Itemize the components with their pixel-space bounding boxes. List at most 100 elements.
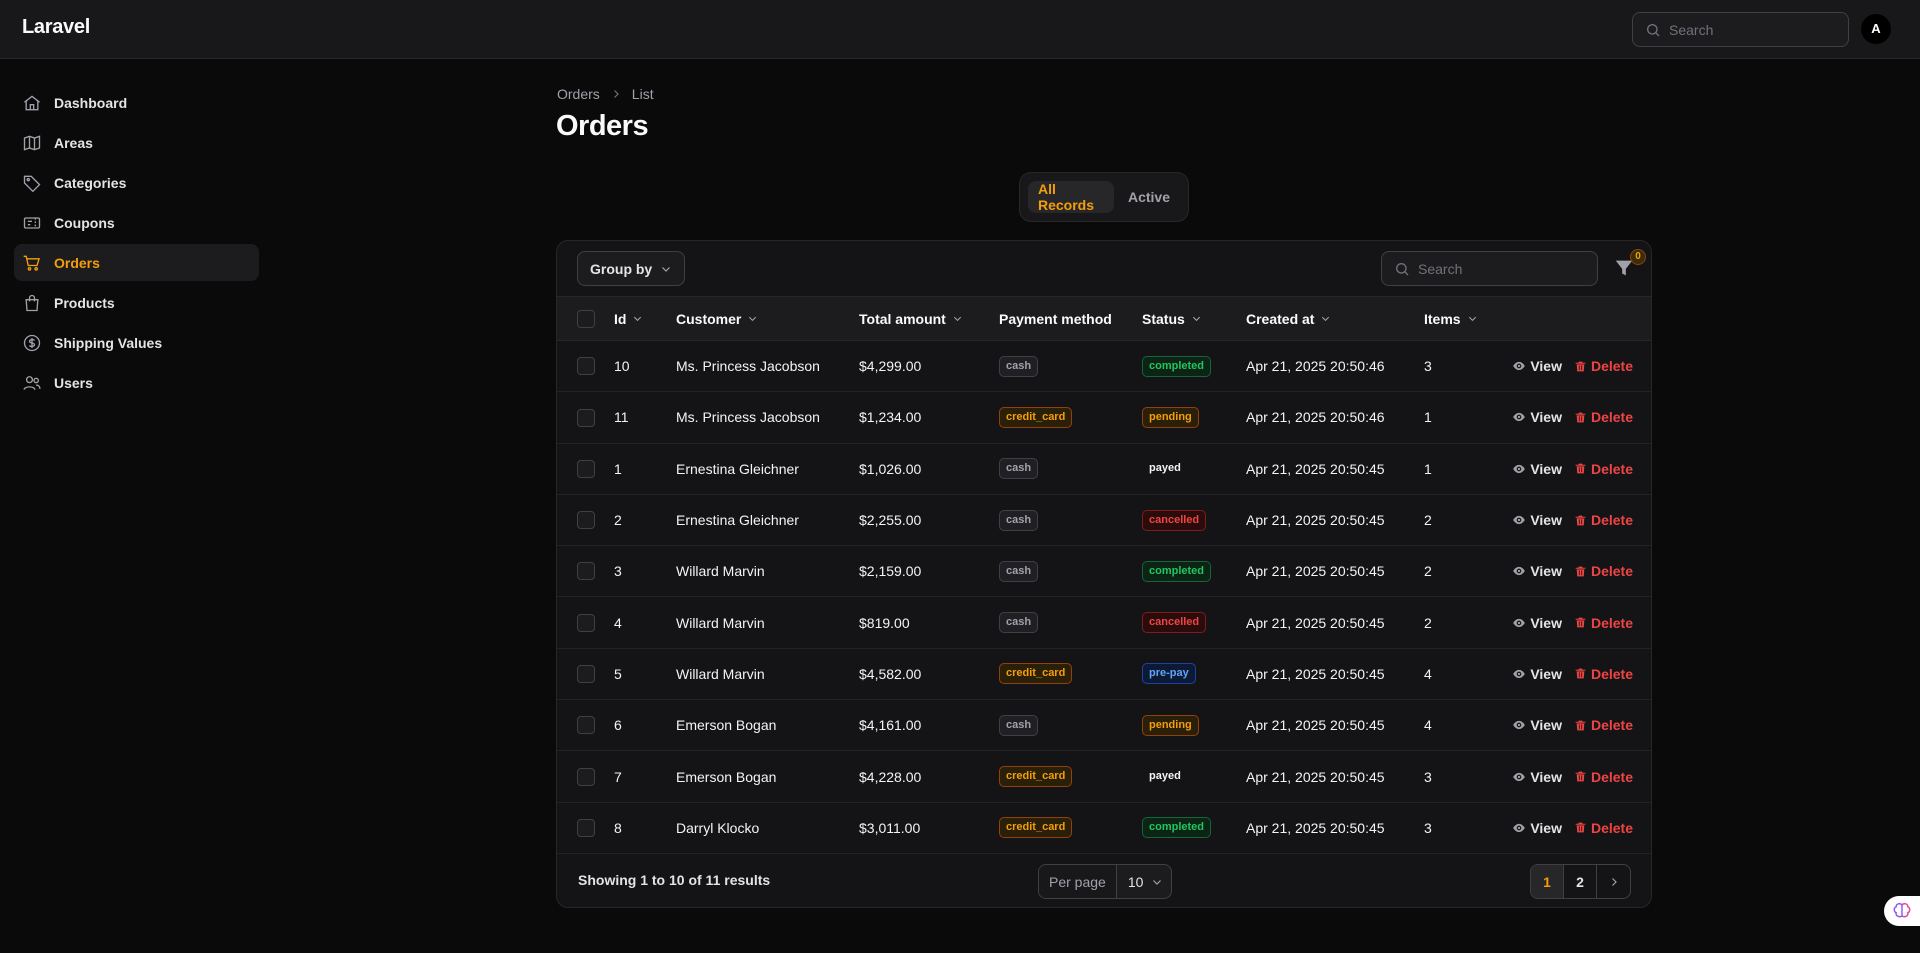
table-toolbar: Group by 0 xyxy=(557,241,1651,296)
view-button[interactable]: View xyxy=(1512,769,1562,785)
payment-method-badge: cash xyxy=(999,355,1039,377)
column-header-total-amount[interactable]: Total amount xyxy=(859,311,963,327)
tab-all-records[interactable]: All Records xyxy=(1028,181,1114,213)
total-amount: $1,234.00 xyxy=(859,409,922,426)
trash-icon xyxy=(1575,566,1586,577)
table-search[interactable] xyxy=(1381,251,1598,286)
created-at: Apr 21, 2025 20:50:45 xyxy=(1246,768,1385,785)
breadcrumb-orders[interactable]: Orders xyxy=(557,86,600,102)
column-header-customer[interactable]: Customer xyxy=(676,311,758,327)
table-row[interactable]: 2 Ernestina Gleichner $2,255.00 cash cancell… xyxy=(557,494,1651,546)
per-page-value[interactable]: 10 xyxy=(1117,874,1172,890)
table-row[interactable]: 5 Willard Marvin $4,582.00 credit_card pre-p… xyxy=(557,648,1651,700)
delete-button[interactable]: Delete xyxy=(1574,820,1633,836)
delete-button[interactable]: Delete xyxy=(1574,666,1633,682)
trash-icon xyxy=(1575,361,1586,372)
row-checkbox[interactable] xyxy=(577,511,595,530)
sidebar-item-areas[interactable]: Areas xyxy=(14,124,259,161)
payment-method-badge: cash xyxy=(999,714,1039,736)
sidebar-item-dashboard[interactable]: Dashboard xyxy=(14,84,259,121)
customer-name: Ms. Princess Jacobson xyxy=(676,409,820,426)
sidebar-item-users[interactable]: Users xyxy=(14,364,259,401)
page-1-button[interactable]: 1 xyxy=(1531,865,1564,898)
tab-active[interactable]: Active xyxy=(1118,181,1180,213)
select-all-checkbox[interactable] xyxy=(577,309,595,328)
delete-button[interactable]: Delete xyxy=(1574,409,1633,425)
sidebar-item-coupons[interactable]: Coupons xyxy=(14,204,259,241)
trash-icon xyxy=(1575,669,1586,679)
row-checkbox[interactable] xyxy=(577,562,595,581)
payment-method-badge: credit_card xyxy=(999,663,1073,685)
table-row[interactable]: 11 Ms. Princess Jacobson $1,234.00 credit_c… xyxy=(557,392,1651,444)
total-amount: $4,299.00 xyxy=(859,358,922,375)
delete-button[interactable]: Delete xyxy=(1574,563,1633,579)
column-header-items[interactable]: Items xyxy=(1424,311,1478,327)
status-badge: payed xyxy=(1149,462,1181,475)
table-search-input[interactable] xyxy=(1418,252,1588,285)
sidebar-item-shipping-values[interactable]: Shipping Values xyxy=(14,324,259,361)
row-checkbox[interactable] xyxy=(577,818,595,837)
view-button[interactable]: View xyxy=(1512,461,1562,477)
table-row[interactable]: 3 Willard Marvin $2,159.00 cash completed Apr… xyxy=(557,546,1651,597)
trash-icon xyxy=(1575,617,1586,628)
group-by-button[interactable]: Group by xyxy=(577,251,686,286)
table-row[interactable]: 10 Ms. Princess Jacobson $4,299.00 cash comp… xyxy=(557,341,1651,392)
global-search[interactable] xyxy=(1632,12,1849,47)
sidebar-item-products[interactable]: Products xyxy=(14,284,259,321)
delete-button[interactable]: Delete xyxy=(1574,358,1633,374)
total-amount: $1,026.00 xyxy=(859,460,922,477)
row-checkbox[interactable] xyxy=(577,665,595,684)
delete-button[interactable]: Delete xyxy=(1574,769,1633,785)
sidebar-item-label: Coupons xyxy=(54,214,115,231)
sidebar-item-orders[interactable]: Orders xyxy=(14,244,259,281)
brain-icon[interactable] xyxy=(1884,896,1920,926)
created-at: Apr 21, 2025 20:50:45 xyxy=(1246,512,1385,529)
brand-logo[interactable]: Laravel xyxy=(22,16,90,39)
table-row[interactable]: 8 Darryl Klocko $3,011.00 credit_card comple… xyxy=(557,802,1651,854)
delete-button[interactable]: Delete xyxy=(1574,717,1633,733)
group-by-label: Group by xyxy=(590,260,653,277)
order-id: 2 xyxy=(614,512,622,529)
per-page-select[interactable]: Per page 10 xyxy=(1038,864,1173,899)
row-checkbox[interactable] xyxy=(577,357,595,376)
record-tabs: All Records Active xyxy=(1019,172,1189,222)
row-checkbox[interactable] xyxy=(577,767,595,786)
view-button[interactable]: View xyxy=(1512,409,1562,425)
delete-button[interactable]: Delete xyxy=(1574,615,1633,631)
user-avatar[interactable]: A xyxy=(1861,14,1891,44)
table-row[interactable]: 7 Emerson Bogan $4,228.00 credit_card payed A… xyxy=(557,751,1651,803)
next-page-button[interactable] xyxy=(1597,865,1630,898)
items-count: 2 xyxy=(1424,563,1432,580)
row-checkbox[interactable] xyxy=(577,613,595,632)
sidebar-item-categories[interactable]: Categories xyxy=(14,164,259,201)
row-checkbox[interactable] xyxy=(577,716,595,735)
delete-button[interactable]: Delete xyxy=(1574,512,1633,528)
delete-button[interactable]: Delete xyxy=(1574,461,1633,477)
column-header-created-at[interactable]: Created at xyxy=(1246,311,1331,327)
status-badge: payed xyxy=(1149,770,1181,783)
search-icon xyxy=(1396,263,1409,276)
column-header-id[interactable]: Id xyxy=(614,311,643,327)
view-button[interactable]: View xyxy=(1512,615,1562,631)
view-button[interactable]: View xyxy=(1512,563,1562,579)
payment-method-badge: cash xyxy=(999,509,1039,531)
global-search-input[interactable] xyxy=(1669,13,1839,46)
items-count: 1 xyxy=(1424,409,1432,426)
row-checkbox[interactable] xyxy=(577,459,595,478)
column-header-status[interactable]: Status xyxy=(1142,311,1202,327)
view-button[interactable]: View xyxy=(1512,512,1562,528)
table-row[interactable]: 4 Willard Marvin $819.00 cash cancelled Apr 2… xyxy=(557,597,1651,649)
view-button[interactable]: View xyxy=(1512,717,1562,733)
customer-name: Willard Marvin xyxy=(676,614,765,631)
view-button[interactable]: View xyxy=(1512,820,1562,836)
page-2-button[interactable]: 2 xyxy=(1564,865,1597,898)
status-badge: completed xyxy=(1142,817,1212,839)
view-button[interactable]: View xyxy=(1512,666,1562,682)
created-at: Apr 21, 2025 20:50:45 xyxy=(1246,717,1385,734)
view-button[interactable]: View xyxy=(1512,358,1562,374)
payment-method-badge: credit_card xyxy=(999,766,1073,788)
table-row[interactable]: 1 Ernestina Gleichner $1,026.00 cash payed Ap… xyxy=(557,443,1651,495)
order-id: 8 xyxy=(614,819,622,836)
table-row[interactable]: 6 Emerson Bogan $4,161.00 cash pending Apr 21… xyxy=(557,700,1651,751)
row-checkbox[interactable] xyxy=(577,408,595,427)
